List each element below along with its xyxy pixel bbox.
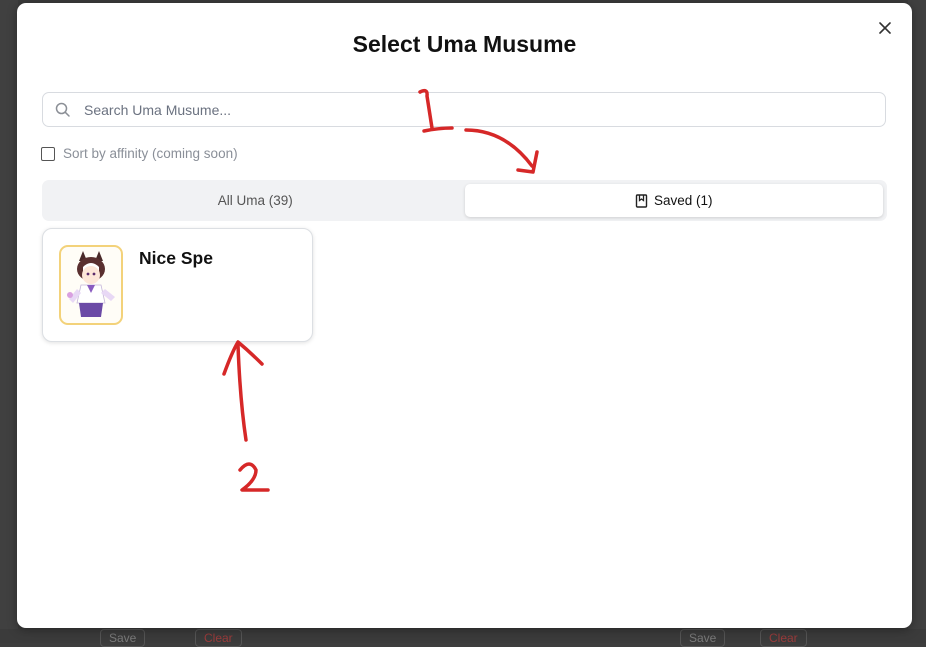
uma-card-nice-spe[interactable]: Nice Spe (42, 228, 313, 342)
background-footer: Save Clear Save Clear (0, 629, 926, 647)
search-field[interactable] (42, 92, 886, 127)
uma-portrait (59, 245, 123, 325)
search-input[interactable] (82, 100, 885, 119)
search-icon (54, 101, 72, 119)
background-clear-button: Clear (195, 629, 242, 647)
tab-saved-label: Saved (1) (653, 193, 713, 208)
background-left-panel (0, 0, 18, 643)
sort-checkbox[interactable] (41, 146, 55, 161)
select-uma-dialog: Select Uma Musume Sort by affinity (comi… (17, 3, 912, 628)
tab-all-uma-label: All Uma (39) (217, 193, 293, 208)
tab-bar: All Uma (39) Saved (1) (42, 180, 887, 221)
bookmark-icon (635, 193, 648, 208)
dialog-title: Select Uma Musume (352, 31, 577, 57)
background-clear-button-2: Clear (760, 629, 807, 647)
background-save-button-2: Save (680, 629, 726, 647)
sort-by-affinity[interactable]: Sort by affinity (coming soon) (41, 146, 238, 161)
sort-label: Sort by affinity (coming soon) (63, 146, 238, 161)
tab-all-uma[interactable]: All Uma (39) (46, 184, 465, 217)
uma-card-name: Nice Spe (139, 248, 213, 268)
background-save-button: Save (100, 629, 146, 647)
tab-saved[interactable]: Saved (1) (464, 184, 883, 217)
